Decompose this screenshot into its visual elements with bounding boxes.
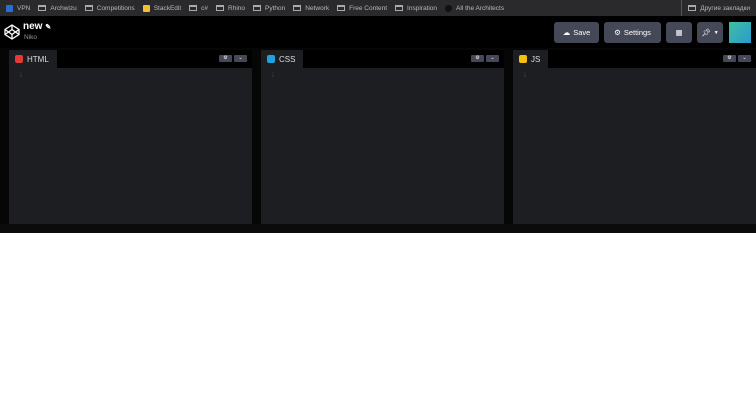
edit-pencil-icon[interactable]: ✎ [45,24,51,31]
line-number: 1 [19,72,23,79]
bookmark-label: StackEdit [153,4,182,12]
panel-settings-button[interactable]: ⚙ [219,55,232,62]
pen-title-text: new [23,21,43,32]
code-editor[interactable]: 1 [9,68,252,224]
folder-icon [395,5,404,11]
code-editor[interactable]: 1 [261,68,504,224]
bookmark-label: Python [265,4,286,12]
bookmark-item[interactable]: Free Content [337,5,387,12]
gear-icon: ⚙ [614,28,621,37]
code-editor[interactable]: 1 [513,68,756,224]
user-name[interactable]: Niko [24,34,37,41]
panel-settings-button[interactable]: ⚙ [723,55,736,62]
bookmark-item[interactable]: Rhino [216,5,245,12]
bookmark-item[interactable]: StackEdit [142,4,182,12]
folder-icon [253,5,262,11]
panel-settings-button[interactable]: ⚙ [471,55,484,62]
layout-icon: ▦ [675,28,683,37]
html-icon [15,55,23,63]
tab-label: JS [531,54,541,64]
layout-button[interactable]: ▦ [666,22,692,43]
folder-icon [337,5,346,11]
header: new ✎ Niko ☁ Save ⚙ Settings ▦ 📌︎ ▼ [0,16,756,48]
bookmark-label: Inspiration [407,4,438,12]
bookmark-label: Network [305,4,330,12]
bookmark-label: c# [201,4,209,12]
folder-icon [688,5,697,11]
other-bookmarks-label: Другие закладки [700,4,750,12]
save-button[interactable]: ☁ Save [554,22,599,43]
bookmark-label: All the Architects [456,4,505,12]
save-label: Save [573,28,591,37]
bookmark-item[interactable]: c# [189,5,208,12]
bookmark-item[interactable]: Inspiration [395,5,437,12]
tab-css[interactable]: CSS [261,50,304,68]
bookmark-item[interactable]: All the Architects [445,4,505,12]
resize-bar[interactable] [0,224,756,233]
css-icon [267,55,275,63]
editor-area: HTML ⚙ ⌄ 1 CSS ⚙ ⌄ 1 JS ⚙ ⌄ 1 [0,48,756,233]
tab-label: CSS [279,54,296,64]
panel-collapse-button[interactable]: ⌄ [234,55,247,62]
folder-icon [38,5,47,11]
bookmark-item[interactable]: VPN [6,4,31,12]
cloud-icon: ☁ [562,28,571,37]
stackedit-icon [142,4,150,12]
pin-icon: 📌︎ [701,28,711,37]
pen-title[interactable]: new ✎ [23,21,51,32]
bookmark-item[interactable]: Competitions [84,4,135,12]
bookmark-item[interactable]: Python [253,5,285,12]
bookmarks-bar: VPN Archwizu Competitions StackEdit c# Rhino P… [0,0,756,16]
settings-label: Settings [623,28,651,37]
bookmark-label: Competitions [96,4,135,12]
tab-label: HTML [27,54,49,64]
settings-button[interactable]: ⚙ Settings [604,22,661,43]
editor-panel-html: HTML ⚙ ⌄ 1 [9,50,252,224]
tab-js[interactable]: JS [513,50,549,68]
other-bookmarks[interactable]: Другие закладки [681,0,750,16]
bookmark-label: Rhino [228,4,246,12]
folder-icon [216,5,225,11]
editor-panel-css: CSS ⚙ ⌄ 1 [261,50,504,224]
pin-button[interactable]: 📌︎ ▼ [697,22,723,43]
site-icon [445,4,453,12]
bookmark-label: Archwizu [50,4,77,12]
folder-icon [189,5,198,11]
panel-collapse-button[interactable]: ⌄ [738,55,751,62]
line-number: 1 [523,72,527,79]
folder-icon [293,5,302,11]
avatar[interactable] [729,22,751,43]
tab-html[interactable]: HTML [9,50,57,68]
vpn-icon [6,4,13,12]
editor-panel-js: JS ⚙ ⌄ 1 [513,50,756,224]
bookmark-label: VPN [17,4,31,12]
folder-icon [84,5,93,11]
js-icon [519,55,527,63]
bookmark-item[interactable]: Network [293,5,329,12]
bookmark-item[interactable]: Archwizu [38,4,77,12]
bookmark-label: Free Content [349,4,388,12]
codepen-logo-icon[interactable] [4,24,20,40]
panel-collapse-button[interactable]: ⌄ [486,55,499,62]
chevron-down-icon: ▼ [713,29,719,36]
line-number: 1 [271,72,275,79]
